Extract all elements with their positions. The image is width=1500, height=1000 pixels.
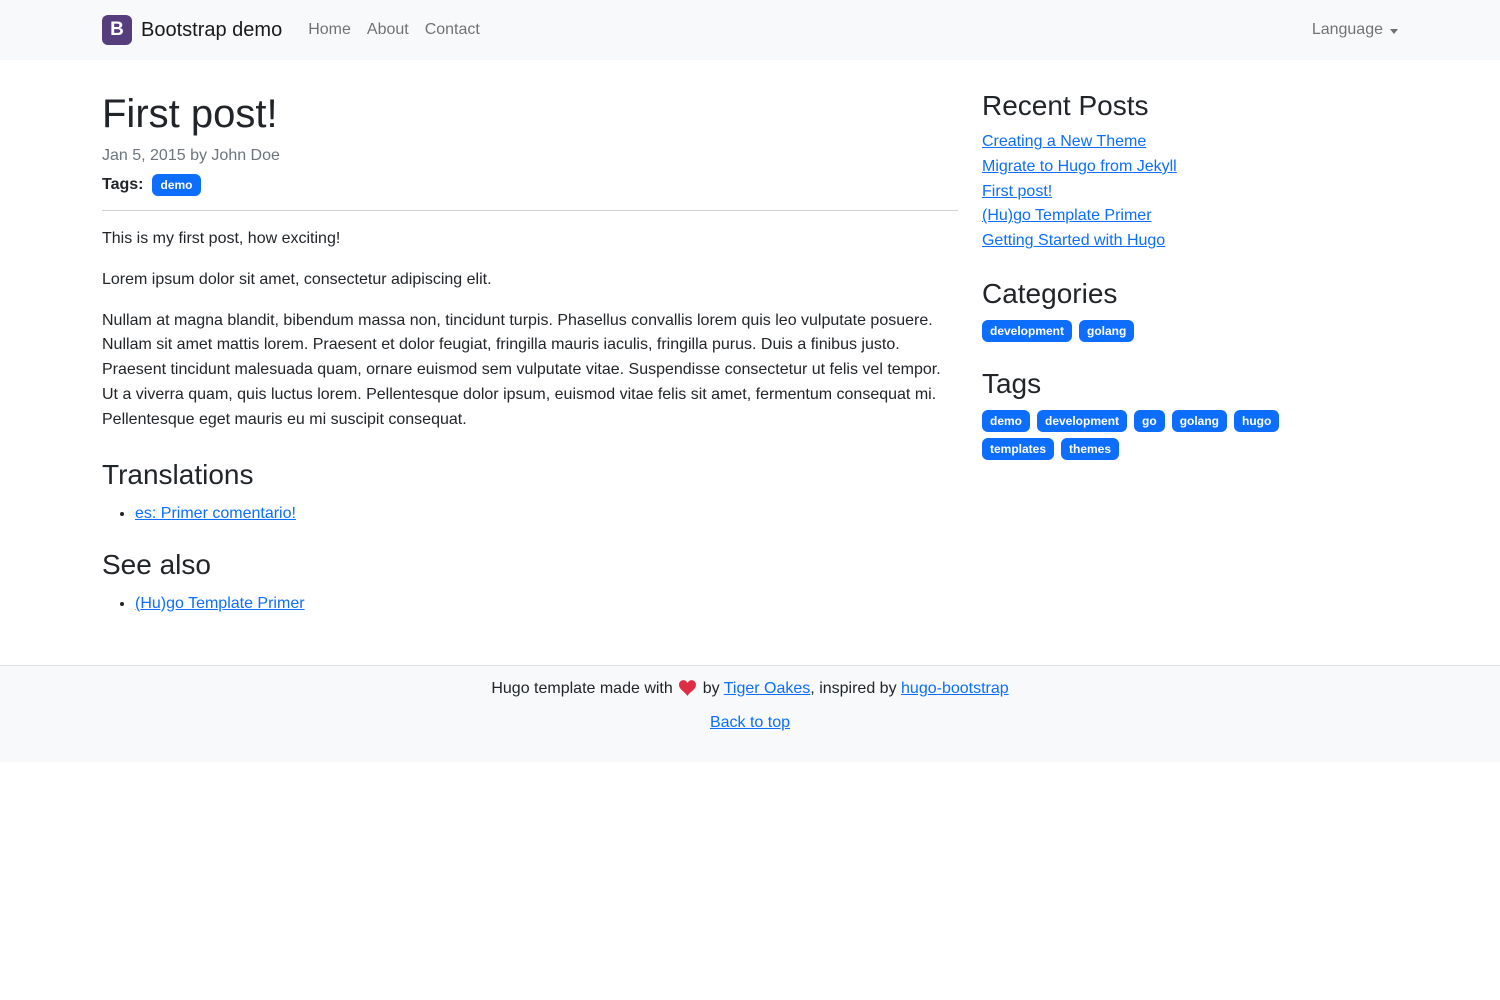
nav-item-about[interactable]: About [359,13,417,47]
page-title: First post! [102,90,958,138]
language-dropdown[interactable]: Language [1312,13,1398,47]
translations-heading: Translations [102,459,958,491]
sidebar: Recent Posts Creating a New Theme Migrat… [970,90,1410,460]
post-tags-line: Tags: demo [102,174,958,196]
categories-badges: development golang [982,320,1282,342]
tag-badge-development[interactable]: development [1037,410,1127,432]
see-also-link[interactable]: (Hu)go Template Primer [135,595,305,612]
nav-item-contact[interactable]: Contact [417,13,488,47]
page-content: First post! Jan 5, 2015 by John Doe Tags… [90,60,1410,631]
post-paragraph: Lorem ipsum dolor sit amet, consectetur … [102,268,958,293]
tag-badge-themes[interactable]: themes [1061,438,1119,460]
page-footer: Hugo template made with by Tiger Oakes, … [0,665,1500,762]
brand-link[interactable]: B Bootstrap demo [102,15,282,45]
tag-badge-demo[interactable]: demo [982,410,1030,432]
recent-post-link[interactable]: Migrate to Hugo from Jekyll [982,157,1398,178]
inspiration-link[interactable]: hugo-bootstrap [901,680,1009,697]
footer-credit-line: Hugo template made with by Tiger Oakes, … [0,680,1500,698]
see-also-heading: See also [102,549,958,581]
category-badge-development[interactable]: development [982,320,1072,342]
footer-made-with-text: Hugo template made with [491,680,672,697]
translation-link-es[interactable]: es: Primer comentario! [135,505,296,522]
brand-label: Bootstrap demo [141,19,282,42]
tag-badge-demo[interactable]: demo [152,174,200,196]
post-article: First post! Jan 5, 2015 by John Doe Tags… [90,90,970,631]
language-label: Language [1312,21,1383,39]
footer-by-text: by [703,680,720,697]
back-to-top-line: Back to top [0,714,1500,732]
recent-post-link[interactable]: Getting Started with Hugo [982,231,1398,252]
footer-inspired-text: , inspired by [810,680,896,697]
recent-post-link[interactable]: (Hu)go Template Primer [982,206,1398,227]
top-navbar: B Bootstrap demo Home About Contact Lang… [0,0,1500,60]
primary-nav: Home About Contact [300,13,488,47]
chevron-down-icon [1390,29,1398,34]
bootstrap-logo-icon: B [102,15,132,45]
translations-list: es: Primer comentario! [102,505,958,523]
list-item: (Hu)go Template Primer [135,595,958,613]
tags-badges: demo development go golang hugo template… [982,410,1282,460]
post-meta: Jan 5, 2015 by John Doe [102,147,958,165]
see-also-list: (Hu)go Template Primer [102,595,958,613]
post-paragraph: Nullam at magna blandit, bibendum massa … [102,309,958,433]
list-item: es: Primer comentario! [135,505,958,523]
tag-badge-golang[interactable]: golang [1172,410,1227,432]
category-badge-golang[interactable]: golang [1079,320,1134,342]
heart-icon [679,680,696,696]
recent-posts-list: Creating a New Theme Migrate to Hugo fro… [982,132,1398,252]
author-link[interactable]: Tiger Oakes [724,680,811,697]
header-divider [102,210,958,211]
nav-item-home[interactable]: Home [300,13,359,47]
tags-heading: Tags [982,368,1398,400]
recent-posts-heading: Recent Posts [982,90,1398,122]
post-body: This is my first post, how exciting! Lor… [102,227,958,433]
post-paragraph: This is my first post, how exciting! [102,227,958,252]
recent-post-link[interactable]: First post! [982,182,1398,203]
tags-label: Tags: [102,176,143,194]
back-to-top-link[interactable]: Back to top [710,714,790,731]
tag-badge-hugo[interactable]: hugo [1234,410,1279,432]
recent-post-link[interactable]: Creating a New Theme [982,132,1398,153]
categories-heading: Categories [982,278,1398,310]
tag-badge-templates[interactable]: templates [982,438,1054,460]
tag-badge-go[interactable]: go [1134,410,1165,432]
